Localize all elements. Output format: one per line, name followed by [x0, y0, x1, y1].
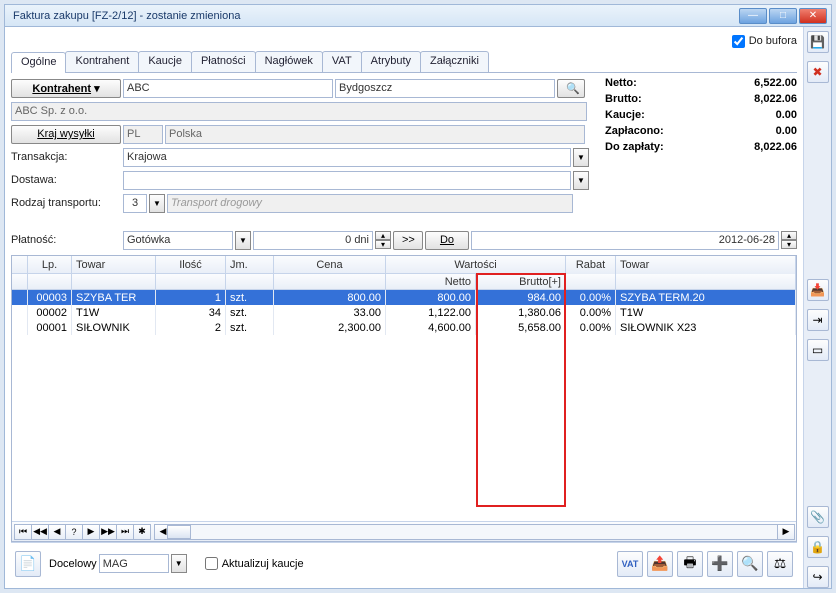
dni-down-icon[interactable]: ▾: [375, 240, 391, 249]
footer-doc-button[interactable]: 📄: [15, 551, 41, 577]
kraj-wysylki-button[interactable]: Kraj wysyłki: [11, 125, 121, 144]
nav-next-page-button[interactable]: ▶▶: [99, 524, 117, 540]
platnosc-dni-input[interactable]: [253, 231, 373, 250]
col-towar2[interactable]: Towar: [616, 256, 796, 274]
titlebar: Faktura zakupu [FZ-2/12] - zostanie zmie…: [5, 5, 831, 27]
nav-prev-button[interactable]: ◀: [48, 524, 66, 540]
close-button[interactable]: ✕: [799, 8, 827, 24]
tabs: Ogólne Kontrahent Kaucje Płatności Nagłó…: [11, 51, 797, 73]
do-button[interactable]: Do: [425, 231, 469, 250]
tab-ogolne[interactable]: Ogólne: [11, 52, 66, 73]
hscroll-thumb[interactable]: [167, 525, 191, 539]
dbl-arrow-button[interactable]: >>: [393, 231, 423, 250]
platnosc-dropdown-icon[interactable]: ▼: [235, 231, 251, 250]
vat-button[interactable]: VAT: [617, 551, 643, 577]
nav-next-button[interactable]: ▶: [82, 524, 100, 540]
kontrahent-code-input[interactable]: [123, 79, 333, 98]
save-button[interactable]: 💾: [807, 31, 829, 53]
scale-button[interactable]: ⚖: [767, 551, 793, 577]
date-down-icon[interactable]: ▾: [781, 240, 797, 249]
rodzaj-label: Rodzaj transportu:: [11, 197, 121, 209]
aktualizuj-kaucje-checkbox[interactable]: Aktualizuj kaucje: [205, 557, 304, 570]
window-title: Faktura zakupu [FZ-2/12] - zostanie zmie…: [9, 10, 737, 22]
window: Faktura zakupu [FZ-2/12] - zostanie zmie…: [4, 4, 832, 589]
tab-kontrahent[interactable]: Kontrahent: [65, 51, 139, 72]
table-row[interactable]: 00003SZYBA TER1szt.800.00800.00984.000.0…: [12, 290, 796, 305]
date-up-icon[interactable]: ▴: [781, 231, 797, 240]
do-bufora-checkbox[interactable]: Do bufora: [732, 35, 797, 48]
tab-vat[interactable]: VAT: [322, 51, 362, 72]
nav-prev-page-button[interactable]: ◀◀: [31, 524, 49, 540]
dostawa-input[interactable]: [123, 171, 571, 190]
hscroll-right-icon[interactable]: ▶: [777, 524, 795, 540]
tab-platnosci[interactable]: Płatności: [191, 51, 256, 72]
tab-naglowek[interactable]: Nagłówek: [255, 51, 323, 72]
tab-zalaczniki[interactable]: Załączniki: [420, 51, 489, 72]
side-clip-button[interactable]: 📎: [807, 506, 829, 528]
col-jm[interactable]: Jm.: [226, 256, 274, 274]
kontrahent-name-readonly: [11, 102, 587, 121]
rodzaj-desc-input: [167, 194, 573, 213]
side-exit-button[interactable]: ↪: [807, 566, 829, 588]
col-wartosci[interactable]: Wartości: [386, 256, 566, 274]
kontrahent-search-button[interactable]: 🔍: [557, 79, 585, 98]
dostawa-dropdown-icon[interactable]: ▼: [573, 171, 589, 190]
grid-hscrollbar[interactable]: ◀ ▶: [154, 524, 794, 540]
date-input[interactable]: [471, 231, 779, 250]
col-lp[interactable]: Lp.: [28, 256, 72, 274]
rodzaj-code-input[interactable]: [123, 194, 147, 213]
footer-toolbar: 📄 Docelowy ▼ Aktualizuj kaucje VAT 📤 🖶 ➕…: [11, 542, 797, 584]
export-button[interactable]: 📤: [647, 551, 673, 577]
aktualizuj-kaucje-input[interactable]: [205, 557, 218, 570]
nav-first-button[interactable]: ⏮: [14, 524, 32, 540]
mag-dropdown-icon[interactable]: ▼: [171, 554, 187, 573]
do-bufora-input[interactable]: [732, 35, 745, 48]
side-lock-button[interactable]: 🔒: [807, 536, 829, 558]
maximize-button[interactable]: □: [769, 8, 797, 24]
transakcja-dropdown-icon[interactable]: ▼: [573, 148, 589, 167]
table-row[interactable]: 00001SIŁOWNIK2szt.2,300.004,600.005,658.…: [12, 320, 796, 335]
tab-atrybuty[interactable]: Atrybuty: [361, 51, 421, 72]
col-ilosc[interactable]: Ilość: [156, 256, 226, 274]
transakcja-label: Transakcja:: [11, 151, 121, 163]
col-brutto[interactable]: Brutto[+]: [476, 274, 566, 290]
docelowy-label: Docelowy: [49, 558, 97, 570]
cancel-button[interactable]: ✖: [807, 61, 829, 83]
items-grid: Lp. Towar Ilość Jm. Cena Wartości Rabat …: [11, 255, 797, 542]
platnosc-input[interactable]: [123, 231, 233, 250]
side-row-button[interactable]: ▭: [807, 339, 829, 361]
dni-up-icon[interactable]: ▴: [375, 231, 391, 240]
nav-star-button[interactable]: ✱: [133, 524, 151, 540]
add-button[interactable]: ➕: [707, 551, 733, 577]
side-link-button[interactable]: ⇥: [807, 309, 829, 331]
grid-nav-bar: ⏮ ◀◀ ◀ ? ▶ ▶▶ ⏭ ✱ ◀ ▶: [12, 521, 796, 541]
col-rabat[interactable]: Rabat: [566, 256, 616, 274]
kraj-name-input: [165, 125, 585, 144]
kontrahent-city-input[interactable]: [335, 79, 555, 98]
platnosc-label: Płatność:: [11, 234, 121, 246]
col-towar[interactable]: Towar: [72, 256, 156, 274]
dostawa-label: Dostawa:: [11, 174, 121, 186]
table-row[interactable]: 00002T1W34szt.33.001,122.001,380.060.00%…: [12, 305, 796, 320]
search-button[interactable]: 🔍: [737, 551, 763, 577]
transakcja-input[interactable]: [123, 148, 571, 167]
print-button[interactable]: 🖶: [677, 551, 703, 577]
rodzaj-dropdown-icon[interactable]: ▼: [149, 194, 165, 213]
col-netto[interactable]: Netto: [386, 274, 476, 290]
kraj-code-input: [123, 125, 163, 144]
tab-kaucje[interactable]: Kaucje: [138, 51, 192, 72]
kontrahent-button[interactable]: Kontrahent ▾: [11, 79, 121, 98]
nav-last-button[interactable]: ⏭: [116, 524, 134, 540]
col-cena[interactable]: Cena: [274, 256, 386, 274]
minimize-button[interactable]: —: [739, 8, 767, 24]
nav-qmark-button[interactable]: ?: [65, 524, 83, 540]
side-export-button[interactable]: 📥: [807, 279, 829, 301]
side-toolbar: 💾 ✖ 📥 ⇥ ▭ 📎 🔒 ↪: [803, 27, 831, 588]
totals-panel: Netto:6,522.00 Brutto:8,022.06 Kaucje:0.…: [597, 77, 797, 215]
mag-input[interactable]: [99, 554, 169, 573]
